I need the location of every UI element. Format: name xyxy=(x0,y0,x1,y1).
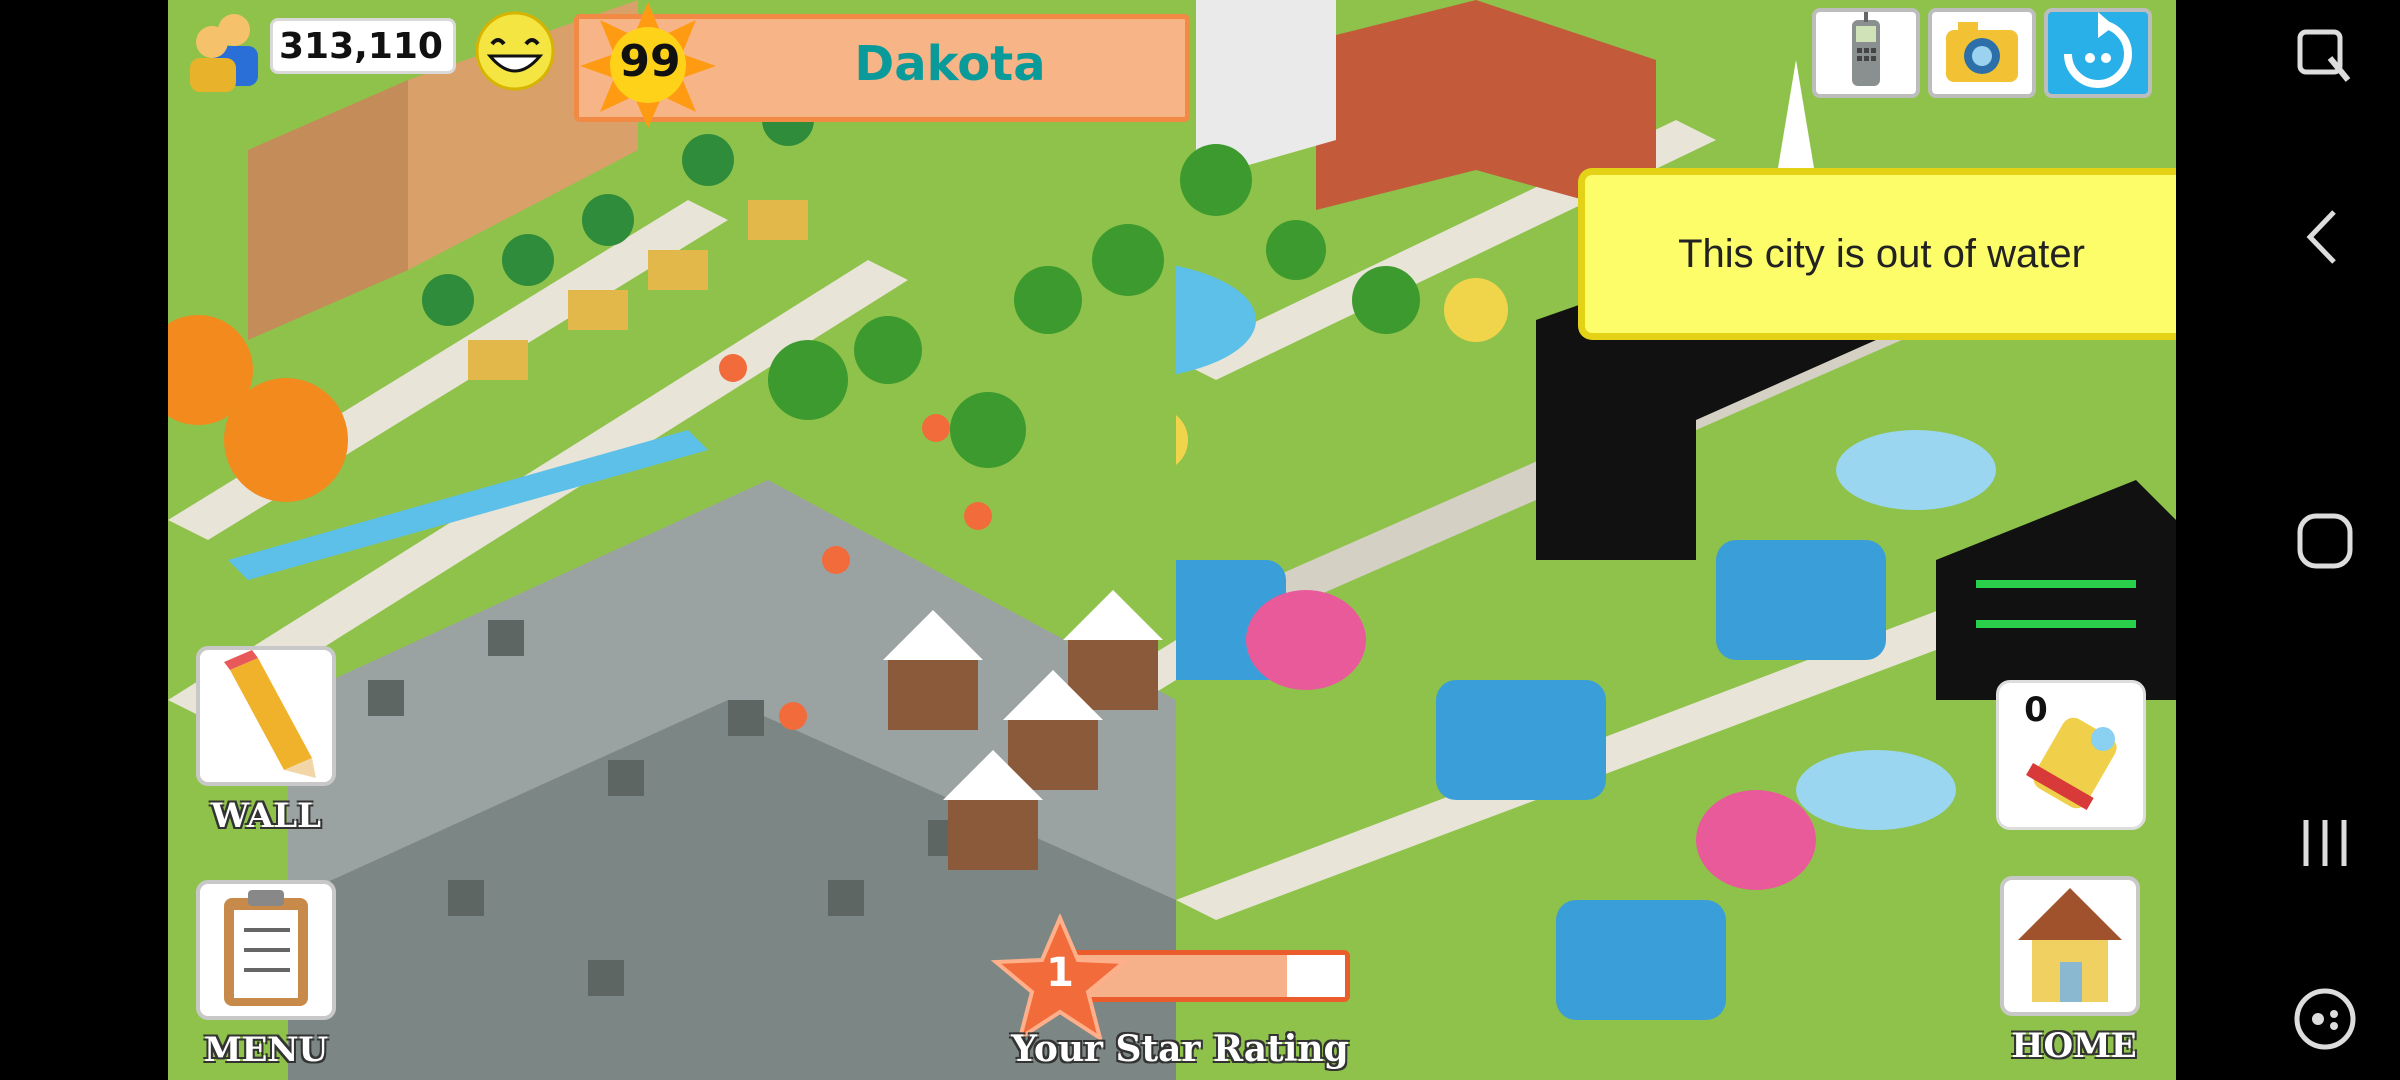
pencil-icon xyxy=(224,650,316,778)
screenshot-icon[interactable] xyxy=(2290,22,2360,92)
population-icon xyxy=(190,14,258,92)
refresh-icon xyxy=(2064,12,2132,88)
tool-count: 0 xyxy=(2024,690,2048,730)
star-rating-label: Your Star Rating xyxy=(1011,1028,1349,1070)
clipboard-icon xyxy=(224,890,308,1006)
house-icon xyxy=(2018,888,2122,1002)
star-rating-empty xyxy=(1287,955,1345,997)
menu-label: MENU xyxy=(203,1030,329,1070)
menu-button[interactable] xyxy=(196,880,336,1020)
coins-value: 313,110 xyxy=(279,25,443,67)
refresh-button[interactable] xyxy=(2044,8,2152,98)
camera-button[interactable] xyxy=(1928,8,2036,98)
city-name: Dakota xyxy=(854,36,1046,92)
wall-label: WALL xyxy=(210,796,322,836)
home-button[interactable] xyxy=(2000,876,2140,1016)
phone-icon xyxy=(1852,12,1880,86)
toast-message: This city is out of water xyxy=(1678,231,2085,276)
coins-counter: 313,110 xyxy=(270,18,456,74)
back-icon[interactable] xyxy=(2290,202,2360,272)
star-rating-value: 1 xyxy=(1046,950,1074,996)
game-launcher-icon[interactable] xyxy=(2290,984,2360,1054)
recents-icon[interactable] xyxy=(2290,808,2360,878)
notification-toast[interactable]: This city is out of water xyxy=(1578,168,2178,340)
happiness-icon[interactable] xyxy=(472,8,558,94)
level-value: 99 xyxy=(619,36,681,87)
wall-button[interactable] xyxy=(196,646,336,786)
camera-icon xyxy=(1946,22,2018,82)
system-nav-bar xyxy=(2176,0,2400,1080)
phone-button[interactable] xyxy=(1812,8,1920,98)
home-circle-icon[interactable] xyxy=(2290,506,2360,576)
home-label: HOME xyxy=(2011,1026,2137,1066)
